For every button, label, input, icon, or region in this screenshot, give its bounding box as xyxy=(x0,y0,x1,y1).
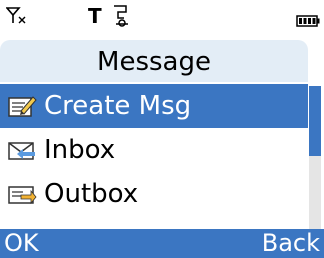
scrollbar-thumb[interactable] xyxy=(309,86,321,156)
status-bar: T xyxy=(0,0,324,34)
battery-icon xyxy=(296,12,320,31)
message-menu: Create Msg Inbox Outbox xyxy=(0,84,308,216)
outbox-icon xyxy=(0,172,44,216)
menu-item-label: Outbox xyxy=(44,179,139,209)
create-message-icon xyxy=(0,84,44,128)
menu-item-outbox[interactable]: Outbox xyxy=(0,172,308,216)
java-download-icon xyxy=(110,4,132,32)
inbox-icon xyxy=(0,128,44,172)
menu-item-label: Inbox xyxy=(44,135,116,165)
page-title: Message xyxy=(0,40,308,82)
no-signal-icon xyxy=(5,6,28,28)
text-input-mode-indicator: T xyxy=(88,4,102,28)
menu-item-inbox[interactable]: Inbox xyxy=(0,128,308,172)
back-softkey[interactable]: Back xyxy=(262,229,320,258)
ok-softkey[interactable]: OK xyxy=(4,229,39,258)
menu-item-create-msg[interactable]: Create Msg xyxy=(0,84,308,128)
scrollbar[interactable] xyxy=(309,86,321,238)
menu-item-label: Create Msg xyxy=(44,91,192,121)
